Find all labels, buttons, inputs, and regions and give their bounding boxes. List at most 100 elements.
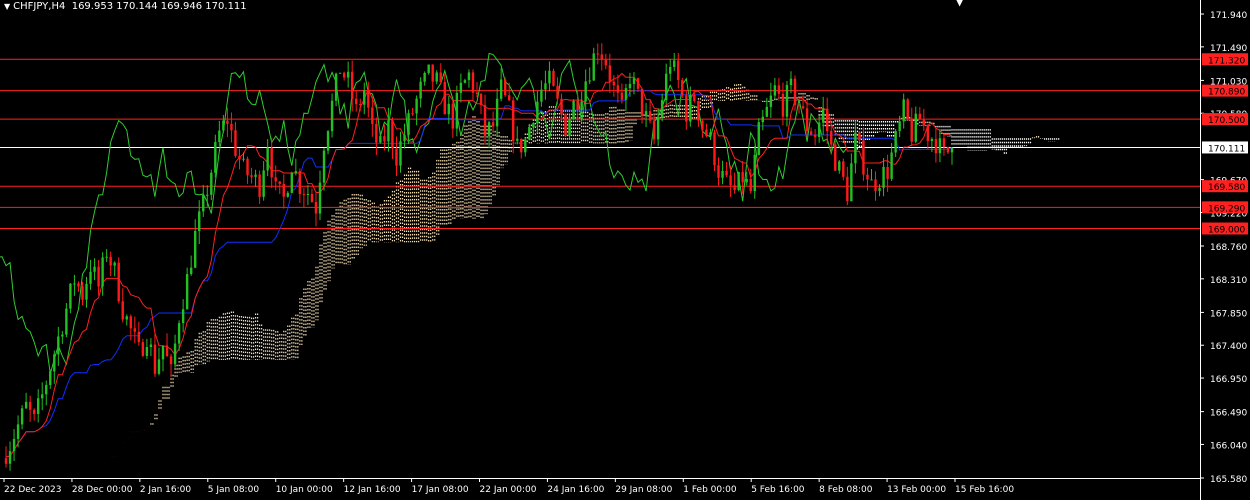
chart-shift-marker-icon[interactable]: ▼ — [955, 0, 964, 8]
time-tick-label: 5 Jan 08:00 — [208, 485, 260, 495]
candle-body — [817, 122, 821, 137]
candle-body — [407, 113, 410, 136]
candle-body — [938, 138, 942, 154]
candle-body — [886, 166, 889, 179]
candle-body — [181, 309, 185, 324]
candle-body — [85, 283, 88, 300]
candle-body — [721, 170, 724, 178]
candle-body — [568, 119, 571, 137]
candle-body — [749, 179, 752, 192]
candle-body — [898, 121, 901, 132]
candle-body — [809, 131, 813, 135]
candle-body — [206, 194, 209, 196]
candle-body — [910, 118, 913, 142]
candle-body — [588, 80, 591, 82]
candle-body — [946, 146, 950, 153]
candle-body — [258, 174, 261, 197]
candle-body — [580, 101, 583, 110]
candle-body — [717, 165, 720, 178]
time-tick-label: 5 Feb 16:00 — [751, 485, 805, 495]
candle-body — [846, 176, 849, 202]
candle-body — [234, 130, 237, 156]
candle-body — [403, 135, 406, 142]
candle-body — [914, 113, 917, 142]
candle-body — [101, 257, 104, 287]
candle-body — [701, 120, 704, 130]
candle-body — [177, 323, 181, 344]
candle-body — [290, 172, 294, 193]
candle-body — [262, 170, 265, 197]
candle-body — [673, 60, 676, 67]
candle-body — [757, 122, 760, 155]
candle-body — [874, 179, 877, 191]
candle-body — [310, 194, 314, 202]
candle-body — [109, 256, 112, 266]
time-tick-label: 13 Feb 00:00 — [887, 485, 946, 495]
candle-body — [713, 132, 716, 166]
time-tick-label: 24 Jan 16:00 — [547, 485, 604, 495]
candle-body — [882, 166, 885, 188]
candle-body — [447, 103, 451, 115]
candle-body — [520, 138, 523, 153]
level-tag-label: 169.290 — [1208, 204, 1245, 214]
candle-body — [797, 104, 801, 107]
candle-body — [516, 138, 519, 141]
candle-body — [93, 266, 96, 272]
candle-body — [367, 90, 370, 108]
candle-body — [870, 179, 873, 181]
collapse-triangle-icon[interactable]: ▼ — [4, 2, 10, 11]
candle-body — [363, 90, 366, 105]
candle-body — [793, 78, 797, 105]
price-chart[interactable]: 171.940171.490171.030170.580169.670169.2… — [0, 0, 1250, 500]
price-tick-label: 166.950 — [1210, 375, 1247, 385]
candle-body — [640, 88, 644, 116]
candle-body — [729, 175, 732, 186]
candle-body — [495, 98, 499, 127]
candle-body — [431, 64, 434, 82]
candle-body — [149, 344, 153, 348]
candle-body — [761, 116, 765, 123]
candle-body — [141, 342, 145, 356]
candle-body — [379, 136, 382, 143]
price-tick-label: 166.040 — [1210, 441, 1247, 451]
candle-body — [552, 70, 555, 86]
candle-body — [669, 66, 672, 74]
symbol-header: ▼ CHFJPY,H4 169.953 170.144 169.946 170.1… — [4, 1, 247, 12]
candle-body — [737, 172, 740, 190]
candle-body — [463, 80, 467, 83]
candle-body — [612, 81, 616, 86]
candle-body — [222, 120, 225, 131]
candle-body — [769, 95, 773, 107]
candle-body — [334, 73, 338, 101]
candle-body — [536, 101, 539, 124]
candle-body — [121, 301, 124, 320]
candle-body — [830, 130, 833, 145]
candle-body — [866, 174, 869, 180]
candle-body — [246, 158, 249, 176]
candle-body — [371, 107, 374, 124]
candle-body — [330, 100, 334, 132]
candle-body — [930, 138, 934, 142]
candle-body — [439, 72, 442, 83]
candle-body — [648, 111, 652, 121]
level-tag-label: 169.000 — [1208, 226, 1245, 236]
candle-body — [838, 161, 841, 171]
candle-body — [491, 122, 495, 127]
candle-body — [218, 130, 221, 143]
candle-body — [395, 148, 398, 166]
candle-body — [302, 194, 306, 196]
candle-body — [725, 170, 728, 176]
level-tag-label: 170.890 — [1208, 88, 1245, 98]
candle-body — [548, 70, 551, 84]
candle-body — [681, 80, 684, 96]
candle-body — [306, 194, 310, 196]
candle-body — [41, 394, 44, 399]
candle-body — [298, 171, 302, 195]
candle-body — [210, 172, 213, 195]
price-tick-label: 171.940 — [1210, 11, 1247, 21]
candle-body — [282, 183, 285, 197]
candle-body — [664, 73, 668, 101]
candle-body — [906, 99, 909, 119]
candle-body — [89, 271, 92, 284]
candle-body — [652, 120, 656, 140]
